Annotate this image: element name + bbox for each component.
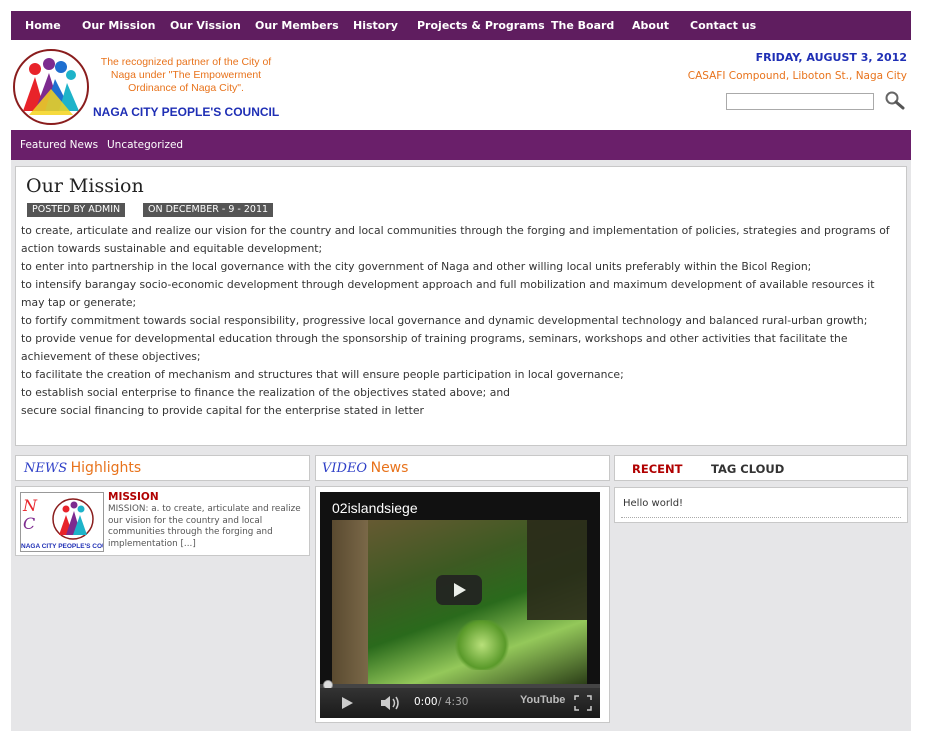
main-nav: Home Our Mission Our Vission Our Members… (11, 11, 911, 40)
tab-tag-cloud[interactable]: TAG CLOUD (711, 456, 784, 482)
nav-contact-us[interactable]: Contact us (690, 11, 756, 40)
sidebar-tabs: RECENT TAG CLOUD (614, 455, 908, 481)
category-featured-news[interactable]: Featured News (20, 130, 98, 160)
thumb-caption: NAGA CITY PEOPLE'S COUNCIL (21, 543, 103, 550)
news-heading-script: NEWS (24, 461, 68, 476)
svg-text:N: N (22, 496, 38, 515)
tab-recent[interactable]: RECENT (632, 456, 682, 482)
video-news-header: VIDEO News (315, 455, 610, 481)
logo-figures-icon (23, 58, 79, 115)
video-controls: 0:00 / 4:30 YouTube (320, 688, 600, 718)
current-date: FRIDAY, AUGUST 3, 2012 (755, 51, 907, 64)
post-author-tag[interactable]: POSTED BY ADMIN (27, 203, 126, 217)
post-paragraph: to establish social enterprise to financ… (21, 386, 511, 399)
site-name[interactable]: NAGA CITY PEOPLE'S COUNCIL (93, 105, 279, 119)
post-date-tag: ON DECEMBER - 9 - 2011 (143, 203, 274, 217)
site-header: The recognized partner of the City of Na… (11, 40, 911, 130)
video-heading-script: VIDEO (322, 461, 368, 476)
video-time-current: 0:00 (414, 696, 438, 708)
page-wrapper: Home Our Mission Our Vission Our Members… (11, 11, 911, 731)
nav-our-mission[interactable]: Our Mission (82, 11, 155, 40)
nav-the-board[interactable]: The Board (551, 11, 614, 40)
divider (621, 517, 901, 518)
site-logo[interactable] (13, 49, 89, 125)
video-heading-word: News (370, 460, 409, 476)
address-text: CASAFI Compound, Liboton St., Naga City (687, 70, 907, 82)
news-highlights-header: NEWS Highlights (15, 455, 310, 481)
search-icon (885, 91, 905, 110)
nav-home[interactable]: Home (25, 11, 61, 40)
volume-icon[interactable] (380, 695, 402, 711)
svg-text:C: C (23, 514, 35, 533)
post-paragraph: to facilitate the creation of mechanism … (21, 368, 624, 381)
post-article: Our Mission POSTED BY ADMIN ON DECEMBER … (15, 166, 907, 446)
nav-our-members[interactable]: Our Members (255, 11, 339, 40)
play-icon (454, 583, 466, 597)
video-player[interactable]: 02islandsiege 0:00 / 4:30 YouTube (320, 492, 600, 718)
fullscreen-icon[interactable] (574, 695, 592, 711)
category-uncategorized[interactable]: Uncategorized (107, 130, 183, 160)
post-paragraph: to intensify barangay socio-economic dev… (21, 278, 875, 309)
nav-about[interactable]: About (632, 11, 669, 40)
post-body: to create, articulate and realize our vi… (21, 222, 897, 420)
video-play-button[interactable] (436, 575, 482, 605)
post-paragraph: secure social financing to provide capit… (21, 404, 424, 417)
news-thumbnail[interactable]: N C NAGA CITY PEOPLE'S COUNCIL (20, 492, 104, 552)
search-input[interactable] (726, 93, 874, 110)
news-heading-word: Highlights (70, 460, 142, 476)
news-item-excerpt: MISSION: a. to create, articulate and re… (108, 504, 301, 549)
video-news-panel: 02islandsiege 0:00 / 4:30 YouTube (315, 486, 610, 723)
post-paragraph: to fortify commitment towards social res… (21, 314, 868, 327)
recent-post-link[interactable]: Hello world! (623, 498, 683, 509)
site-tagline: The recognized partner of the City of Na… (100, 56, 272, 94)
post-paragraph: to create, articulate and realize our vi… (21, 224, 890, 255)
search-button[interactable] (884, 90, 906, 110)
category-nav: Featured News Uncategorized (11, 130, 911, 160)
post-paragraph: to provide venue for developmental educa… (21, 332, 848, 363)
nav-history[interactable]: History (353, 11, 398, 40)
video-title[interactable]: 02islandsiege (332, 500, 418, 516)
post-paragraph: to enter into partnership in the local g… (21, 260, 812, 273)
play-small-icon[interactable] (340, 696, 354, 710)
news-item-title[interactable]: MISSION (108, 491, 159, 503)
nav-our-vission[interactable]: Our Vission (170, 11, 241, 40)
recent-posts-panel: Hello world! (614, 487, 908, 523)
nav-projects-programs[interactable]: Projects & Programs (417, 11, 545, 40)
news-highlights-panel: N C NAGA CITY PEOPLE'S COUNCIL MISSION M… (15, 486, 310, 556)
post-title[interactable]: Our Mission (26, 175, 144, 197)
video-time-total: / 4:30 (438, 696, 469, 708)
youtube-logo[interactable]: YouTube (520, 694, 565, 706)
